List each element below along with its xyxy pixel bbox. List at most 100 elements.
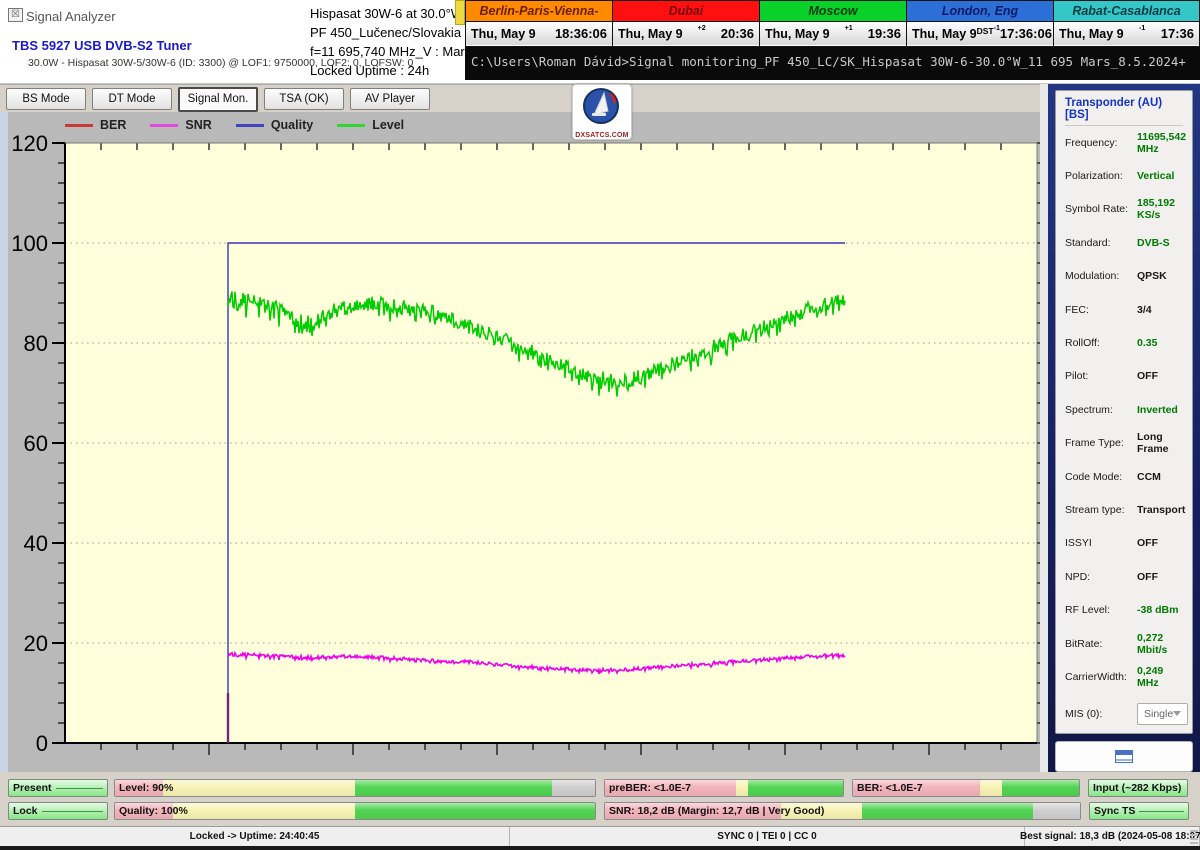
transponder-value: OFF (1137, 537, 1158, 549)
tab-tsa-ok-[interactable]: TSA (OK) (264, 88, 344, 110)
transponder-label: BitRate: (1065, 638, 1137, 650)
legend-swatch (65, 124, 93, 127)
meter-segment-green (862, 803, 1033, 819)
status-lamp: Present (8, 779, 108, 797)
transponder-row: Standard:DVB-S (1065, 226, 1183, 259)
tab-bs-mode[interactable]: BS Mode (6, 88, 86, 110)
status-row-2: LockQuality: 100%SNR: 18,2 dB (Margin: 1… (8, 802, 1200, 820)
transponder-value: OFF (1137, 571, 1158, 583)
transponder-value: 3/4 (1137, 304, 1152, 316)
signal-chart-svg: 020406080100120 (8, 112, 1040, 772)
legend-item: Quality (236, 118, 313, 132)
clock-widget: Berlin-Paris-Vienna-RomaThu, May 918:36:… (465, 0, 612, 47)
transponder-label: CarrierWidth: (1065, 671, 1137, 683)
dxsatcs-logo: DXSATCS.COM (572, 84, 632, 140)
terminal-line: C:\Users\Roman Dávid>Signal monitoring_P… (465, 47, 1200, 80)
transponder-label: Code Mode: (1065, 471, 1137, 483)
transponder-value: 11695,542 MHz (1137, 131, 1186, 155)
svg-text:20: 20 (24, 631, 48, 656)
mis-dropdown[interactable]: Single (1137, 703, 1188, 725)
logo-text: DXSATCS.COM (573, 132, 631, 139)
transponder-value: -38 dBm (1137, 604, 1178, 616)
transponder-row: Pilot:OFF (1065, 360, 1183, 393)
transponder-row: RF Level:-38 dBm (1065, 593, 1183, 626)
annotation-line: Locked Uptime : 24h (310, 61, 470, 80)
mis-label: MIS (0): (1065, 708, 1137, 720)
transponder-value: Transport (1137, 504, 1185, 516)
annotation-block: Hispasat 30W-6 at 30.0°W PF 450_Lučenec/… (310, 4, 470, 80)
legend-item: SNR (150, 118, 211, 132)
clock-widget: MoscowThu, May 9+119:36 (759, 0, 906, 47)
meter-segment-yellow (163, 780, 355, 796)
satellite-dish-icon (580, 85, 624, 129)
transponder-label: ISSYI (1065, 537, 1137, 549)
transponder-value: Vertical (1137, 170, 1174, 182)
meter-segment-gray (1033, 803, 1081, 819)
svg-text:40: 40 (24, 531, 48, 556)
tab-av-player[interactable]: AV Player (350, 88, 430, 110)
transponder-label: Stream type: (1065, 504, 1137, 516)
footer-cell: Best signal: 18,3 dB (2024-05-08 18:07) (1025, 827, 1200, 846)
svg-text:0: 0 (36, 731, 48, 756)
transponder-label: NPD: (1065, 571, 1137, 583)
status-footer: Locked -> Uptime: 24:40:45SYNC 0 | TEI 0… (0, 826, 1200, 846)
tuner-title: TBS 5927 USB DVB-S2 Tuner (12, 38, 192, 53)
footer-cell: SYNC 0 | TEI 0 | CC 0 (510, 827, 1025, 846)
meter-label: BER: <1.0E-7 (857, 780, 923, 797)
clock-widget: DubaiThu, May 9+220:36 (612, 0, 759, 47)
clock-utc-offset: DST-1 (977, 24, 1000, 36)
mis-value: Single (1144, 708, 1173, 720)
meter-segment-yellow (736, 780, 748, 796)
clock-city: Dubai (613, 1, 759, 22)
resize-grip[interactable] (1190, 830, 1198, 844)
legend-label: Quality (271, 118, 313, 132)
transponder-label: FEC: (1065, 304, 1137, 316)
clock-city: Moscow (760, 1, 906, 22)
transponder-label: Pilot: (1065, 370, 1137, 382)
chart-legend: BERSNRQualityLevel (65, 118, 428, 132)
clock-date: Thu, May 9 (912, 27, 977, 41)
tab-dt-mode[interactable]: DT Mode (92, 88, 172, 110)
status-row-1: PresentLevel: 90%preBER: <1.0E-7BER: <1.… (8, 779, 1200, 797)
transponder-row: CarrierWidth:0,249 MHz (1065, 660, 1183, 693)
clock-time: 17:36 (1161, 26, 1194, 41)
clock-utc-offset: -1 (1124, 24, 1161, 36)
transponder-value: QPSK (1137, 270, 1167, 282)
transponder-label: Frame Type: (1065, 437, 1137, 449)
clock-time: 19:36 (868, 26, 901, 41)
status-lamp-label: Sync TS (1094, 805, 1135, 817)
transponder-row: Symbol Rate:185,192 KS/s (1065, 193, 1183, 226)
clock-date: Thu, May 9 (618, 27, 683, 41)
status-panel: PresentLevel: 90%preBER: <1.0E-7BER: <1.… (0, 772, 1200, 826)
app-icon: ☒ (8, 8, 23, 22)
transponder-label: RollOff: (1065, 337, 1137, 349)
transponder-row: Frame Type:Long Frame (1065, 427, 1183, 460)
transponder-row: Code Mode:CCM (1065, 460, 1183, 493)
tab-bar: BS Mode DT Mode Signal Mon. TSA (OK) AV Play… (0, 84, 1048, 112)
clock-date: Thu, May 9 (471, 27, 536, 41)
annotation-line: PF 450_Lučenec/Slovakia (310, 23, 470, 42)
legend-swatch (150, 124, 178, 127)
clock-utc-offset: +1 (830, 24, 868, 36)
meter-segment-gray (552, 780, 595, 796)
svg-text:100: 100 (11, 231, 48, 256)
svg-text:60: 60 (24, 431, 48, 456)
clock-widget: Rabat-CasablancaThu, May 9-117:36 (1053, 0, 1200, 47)
clock-time: 17:36:06 (1000, 26, 1052, 41)
transponder-label: Standard: (1065, 237, 1137, 249)
show-panel-button[interactable] (1055, 741, 1193, 772)
transponder-row: RollOff:0.35 (1065, 326, 1183, 359)
transponder-value: Long Frame (1137, 431, 1183, 455)
chevron-down-icon (1173, 711, 1181, 716)
window-left-edge (0, 112, 8, 772)
legend-label: SNR (185, 118, 211, 132)
top-bar: ☒ Signal Analyzer TBS 5927 USB DVB-S2 Tu… (0, 0, 1200, 84)
transponder-label: Polarization: (1065, 170, 1137, 182)
clock-time: 20:36 (721, 26, 754, 41)
tab-signal-mon-[interactable]: Signal Mon. (178, 87, 258, 112)
transponder-value: 185,192 KS/s (1137, 197, 1183, 221)
panel-gap (1040, 84, 1048, 772)
transponder-label: Symbol Rate: (1065, 203, 1137, 215)
legend-swatch (236, 124, 264, 127)
transponder-rows: Frequency:11695,542 MHzPolarization:Vert… (1065, 126, 1183, 694)
